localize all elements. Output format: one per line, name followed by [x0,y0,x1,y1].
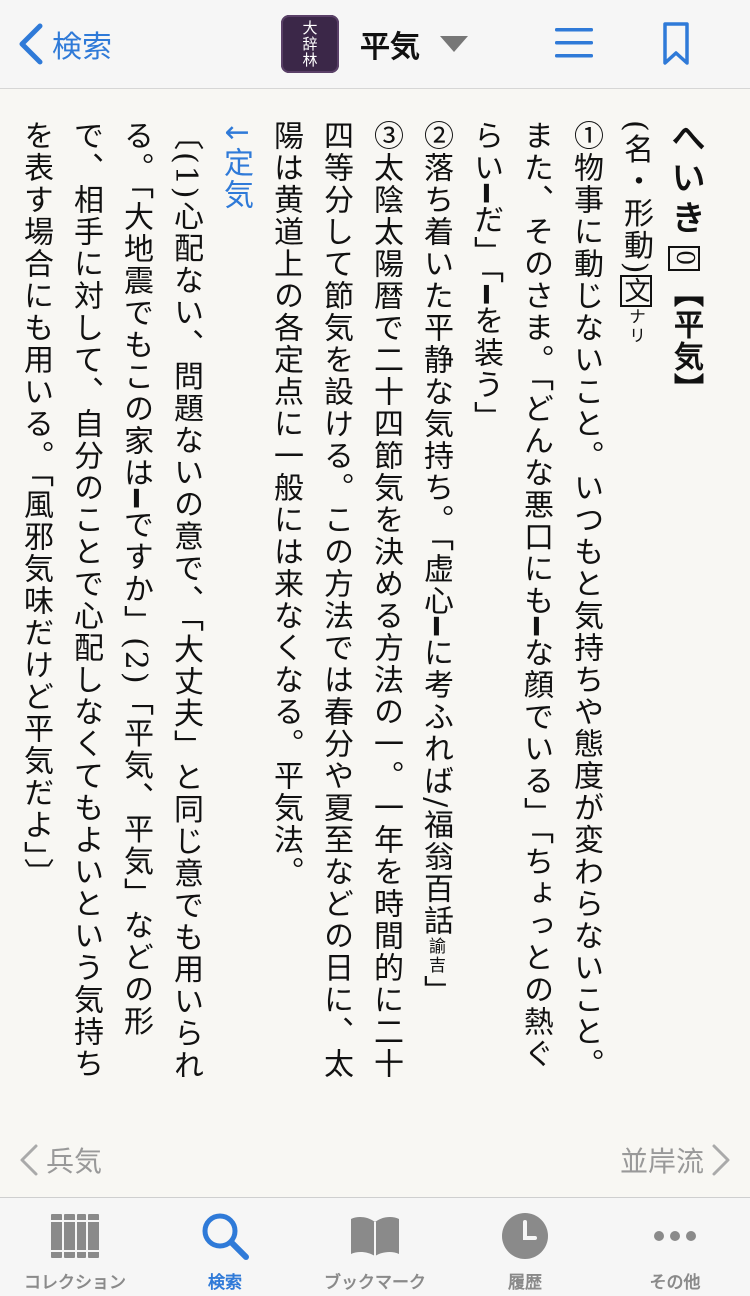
entry-heading: へいき 0 【平気】 [660,120,710,1100]
tab-more[interactable]: その他 [600,1198,750,1296]
headword: へいき [665,120,705,240]
tab-label: ブックマーク [324,1273,426,1293]
entry-text: へいき 0 【平気】 (名・形動)文ナリ ①物事に動じないこと。いつもと気持ちや態度… [10,120,710,1100]
chevron-left-icon [19,23,43,65]
entry-title-dropdown[interactable]: 平気 [360,22,468,66]
see-also: ↓定気 [210,120,260,1100]
dash-mark: ━ [418,617,453,638]
sense-text: に考ふれば/福翁百話 [418,637,453,938]
bookmark-icon[interactable] [662,22,690,66]
next-entry-button[interactable]: 並岸流 [620,1138,732,1182]
see-also-link[interactable]: 定気 [218,147,253,211]
search-icon [202,1213,249,1260]
book-icon [351,1217,399,1256]
tab-label: その他 [649,1273,701,1293]
back-label: 検索 [52,30,112,65]
collection-icon [51,1214,99,1258]
usage-note: 〔(1)心配ない、問題ないの意で、「大丈夫」と同じ意でも用いられる。「大地震でも… [10,120,210,1100]
tab-label: 履歴 [508,1273,542,1293]
sense-3: ③太陰太陽暦で二十四節気を決める方法の一。一年を時間的に二十四等分して節気を設け… [260,120,410,1100]
caret-down-icon [440,36,468,52]
logo-char: 大 [302,19,318,37]
previous-entry-button[interactable]: 兵気 [18,1138,102,1182]
tab-history[interactable]: 履歴 [450,1198,600,1296]
sense-text: ③太陰太陽暦で二十四節気を決める方法の一。一年を時間的に二十四等分して節気を設け… [268,120,403,1080]
back-button[interactable]: 検索 [14,20,112,68]
accent-badge: 0 [668,246,700,272]
headword-kanji: 【平気】 [668,277,703,406]
chevron-left-icon [20,1144,38,1176]
next-entry-label: 並岸流 [619,1145,704,1178]
sense-text: ②落ち着いた平静な気持ち。「虚心 [418,120,453,617]
tab-label: コレクション [24,1273,126,1293]
tab-search[interactable]: 検索 [150,1198,300,1296]
sense-2: ②落ち着いた平静な気持ち。「虚心━に考ふれば/福翁百話諭吉」 [410,120,460,1100]
tab-label: 検索 [208,1273,242,1293]
part-of-speech: (名・形動)文ナリ [610,120,660,1100]
sense-text: を装う」 [468,305,503,434]
dash-mark: ━ [468,184,503,205]
previous-entry-label: 兵気 [46,1145,103,1178]
pos-label: (名・形動) [618,120,653,276]
arrow-down-icon: ↓ [218,120,253,148]
tab-bar: コレクション 検索 ブックマーク 履歴 その他 [0,1197,750,1296]
hamburger-menu-icon[interactable] [555,26,593,60]
logo-char: 林 [302,51,318,69]
author-note: 諭吉 [425,937,445,976]
more-icon [654,1231,696,1241]
sense-text: 」 [418,975,453,1008]
dash-mark: ━ [518,617,553,638]
entry-content: へいき 0 【平気】 (名・形動)文ナリ ①物事に動じないこと。いつもと気持ちや態度… [0,120,750,1100]
sense-1: ①物事に動じないこと。いつもと気持ちや態度が変わらないこと。また、そのさま。「ど… [460,120,610,1100]
tab-bookmark[interactable]: ブックマーク [300,1198,450,1296]
sense-text: だ」「 [468,204,503,286]
navigation-bar: 検索 大 辞 林 平気 [0,0,750,89]
tab-collection[interactable]: コレクション [0,1198,150,1296]
bungo-badge: 文 [620,275,652,308]
chevron-right-icon [712,1144,730,1176]
dash-mark: ━ [468,285,503,306]
page-title: 平気 [360,30,420,65]
logo-char: 辞 [302,35,318,53]
clock-icon [502,1213,548,1259]
dictionary-logo: 大 辞 林 [281,15,339,73]
dash-mark: ━ [118,489,153,510]
nari-label: ナリ [625,307,645,346]
